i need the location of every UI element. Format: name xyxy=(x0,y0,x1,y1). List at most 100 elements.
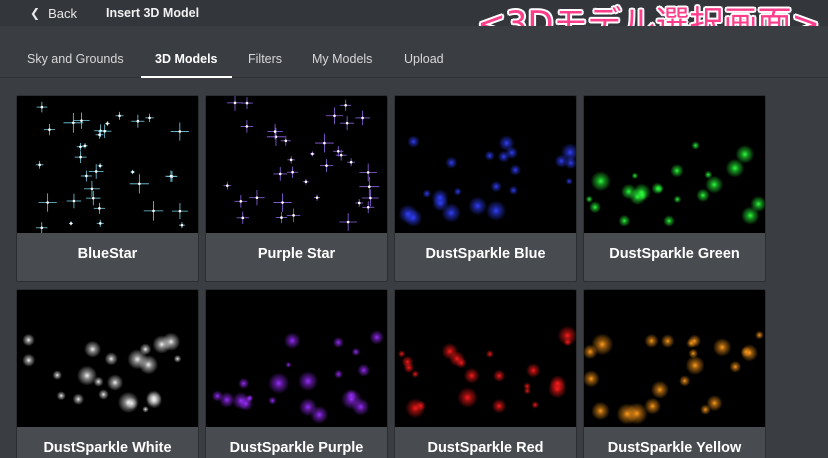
dust-particle xyxy=(589,201,602,214)
model-card-dustsparkle-red[interactable]: DustSparkle Red xyxy=(394,289,577,458)
sparkle xyxy=(84,180,100,197)
thumbnail-art xyxy=(22,332,182,414)
tab-sky-and-grounds[interactable]: Sky and Grounds xyxy=(27,26,124,78)
sparkle xyxy=(96,219,104,227)
dust-particle xyxy=(508,185,518,195)
dust-particle xyxy=(397,350,406,358)
model-name: Purple Star xyxy=(257,246,336,262)
sparkle xyxy=(73,112,90,129)
dust-particle xyxy=(411,370,420,378)
sparkle xyxy=(326,107,343,125)
dust-particle xyxy=(211,390,224,402)
dust-particle xyxy=(173,354,182,363)
dust-particle xyxy=(104,352,118,366)
dust-particle xyxy=(401,355,414,368)
tab-bar: Sky and Grounds 3D Models Filters My Mod… xyxy=(0,26,828,78)
dust-particle xyxy=(755,330,764,340)
dust-particle xyxy=(405,398,426,419)
sparkle xyxy=(280,135,291,146)
dust-particle xyxy=(283,332,301,349)
model-thumbnail xyxy=(584,290,765,427)
model-thumbnail xyxy=(17,290,198,427)
model-card-dustsparkle-yellow[interactable]: DustSparkle Yellow xyxy=(583,289,766,458)
dust-particle xyxy=(56,391,66,401)
dust-particle xyxy=(453,187,462,196)
sparkle xyxy=(286,166,299,178)
dust-particle xyxy=(455,357,467,369)
sparkle xyxy=(315,133,334,153)
sparkle xyxy=(143,201,164,221)
thumbnail-art xyxy=(397,325,576,419)
dust-particle xyxy=(268,396,277,405)
dust-particle xyxy=(705,175,724,194)
page-title: Insert 3D Model xyxy=(105,6,200,20)
tab-3d-models[interactable]: 3D Models xyxy=(141,26,231,78)
thumbnail-art xyxy=(223,96,380,231)
sparkle xyxy=(95,130,104,139)
dust-particle xyxy=(584,370,600,388)
model-card-dustsparkle-green[interactable]: DustSparkle Green xyxy=(583,95,766,282)
dust-particle xyxy=(139,343,152,356)
dust-particle xyxy=(369,330,384,345)
dust-particle xyxy=(125,397,138,410)
model-card-dustsparkle-blue[interactable]: DustSparkle Blue xyxy=(394,95,577,282)
model-card-dustsparkle-purple[interactable]: DustSparkle Purple xyxy=(205,289,388,458)
dust-particle xyxy=(432,195,449,212)
dust-particle xyxy=(632,183,651,202)
dust-particle xyxy=(691,141,700,150)
tab-filters[interactable]: Filters xyxy=(248,26,282,78)
sparkle xyxy=(66,193,82,209)
dust-particle xyxy=(712,338,732,357)
dust-particle xyxy=(484,150,495,161)
sparkle xyxy=(38,193,57,212)
chevron-left-icon: ❮ xyxy=(30,6,41,20)
model-card-purple-star[interactable]: Purple Star xyxy=(205,95,388,282)
sparkle xyxy=(236,211,250,225)
sparkle xyxy=(241,97,253,109)
model-name: DustSparkle Blue xyxy=(425,246,546,262)
sparkle xyxy=(178,222,185,229)
dust-particle xyxy=(298,397,318,417)
sparkle xyxy=(320,159,333,173)
sparkle xyxy=(43,124,56,136)
sparkle xyxy=(93,202,106,214)
sparkle xyxy=(36,222,48,233)
thumbnail-art xyxy=(585,141,765,227)
dust-particle xyxy=(625,402,648,425)
tab-my-models[interactable]: My Models xyxy=(312,26,372,78)
dust-particle xyxy=(76,365,98,386)
dust-particle xyxy=(457,387,478,408)
dust-particle xyxy=(493,369,506,383)
dust-particle xyxy=(52,370,63,380)
sparkle xyxy=(355,110,370,126)
dust-particle xyxy=(398,204,418,224)
tab-upload[interactable]: Upload xyxy=(404,26,444,78)
dust-particle xyxy=(441,342,459,360)
thumbnail-art xyxy=(398,135,576,227)
sparkle xyxy=(303,178,309,185)
sparkle xyxy=(309,151,315,157)
dust-particle xyxy=(268,372,290,394)
dust-particle xyxy=(106,374,124,391)
dust-particle xyxy=(485,200,507,221)
model-card-bluestar[interactable]: BlueStar xyxy=(16,95,199,282)
dust-particle xyxy=(142,406,149,413)
back-button[interactable]: ❮ Back xyxy=(30,6,77,21)
dust-particle xyxy=(285,361,292,368)
dust-particle xyxy=(740,344,758,362)
model-thumbnail xyxy=(206,290,387,427)
dust-particle xyxy=(565,177,573,185)
dust-particle xyxy=(554,154,569,168)
dust-particle xyxy=(84,340,102,358)
dust-particle xyxy=(332,336,344,349)
dust-particle xyxy=(650,380,669,399)
sparkle xyxy=(286,208,301,223)
back-label: Back xyxy=(48,5,77,21)
dust-particle xyxy=(660,334,675,348)
sparkle xyxy=(313,194,321,201)
model-thumbnail xyxy=(584,96,765,233)
dust-particle xyxy=(468,196,488,216)
model-card-dustsparkle-white[interactable]: DustSparkle White xyxy=(16,289,199,458)
dust-particle xyxy=(509,164,522,176)
dust-particle xyxy=(422,189,432,198)
